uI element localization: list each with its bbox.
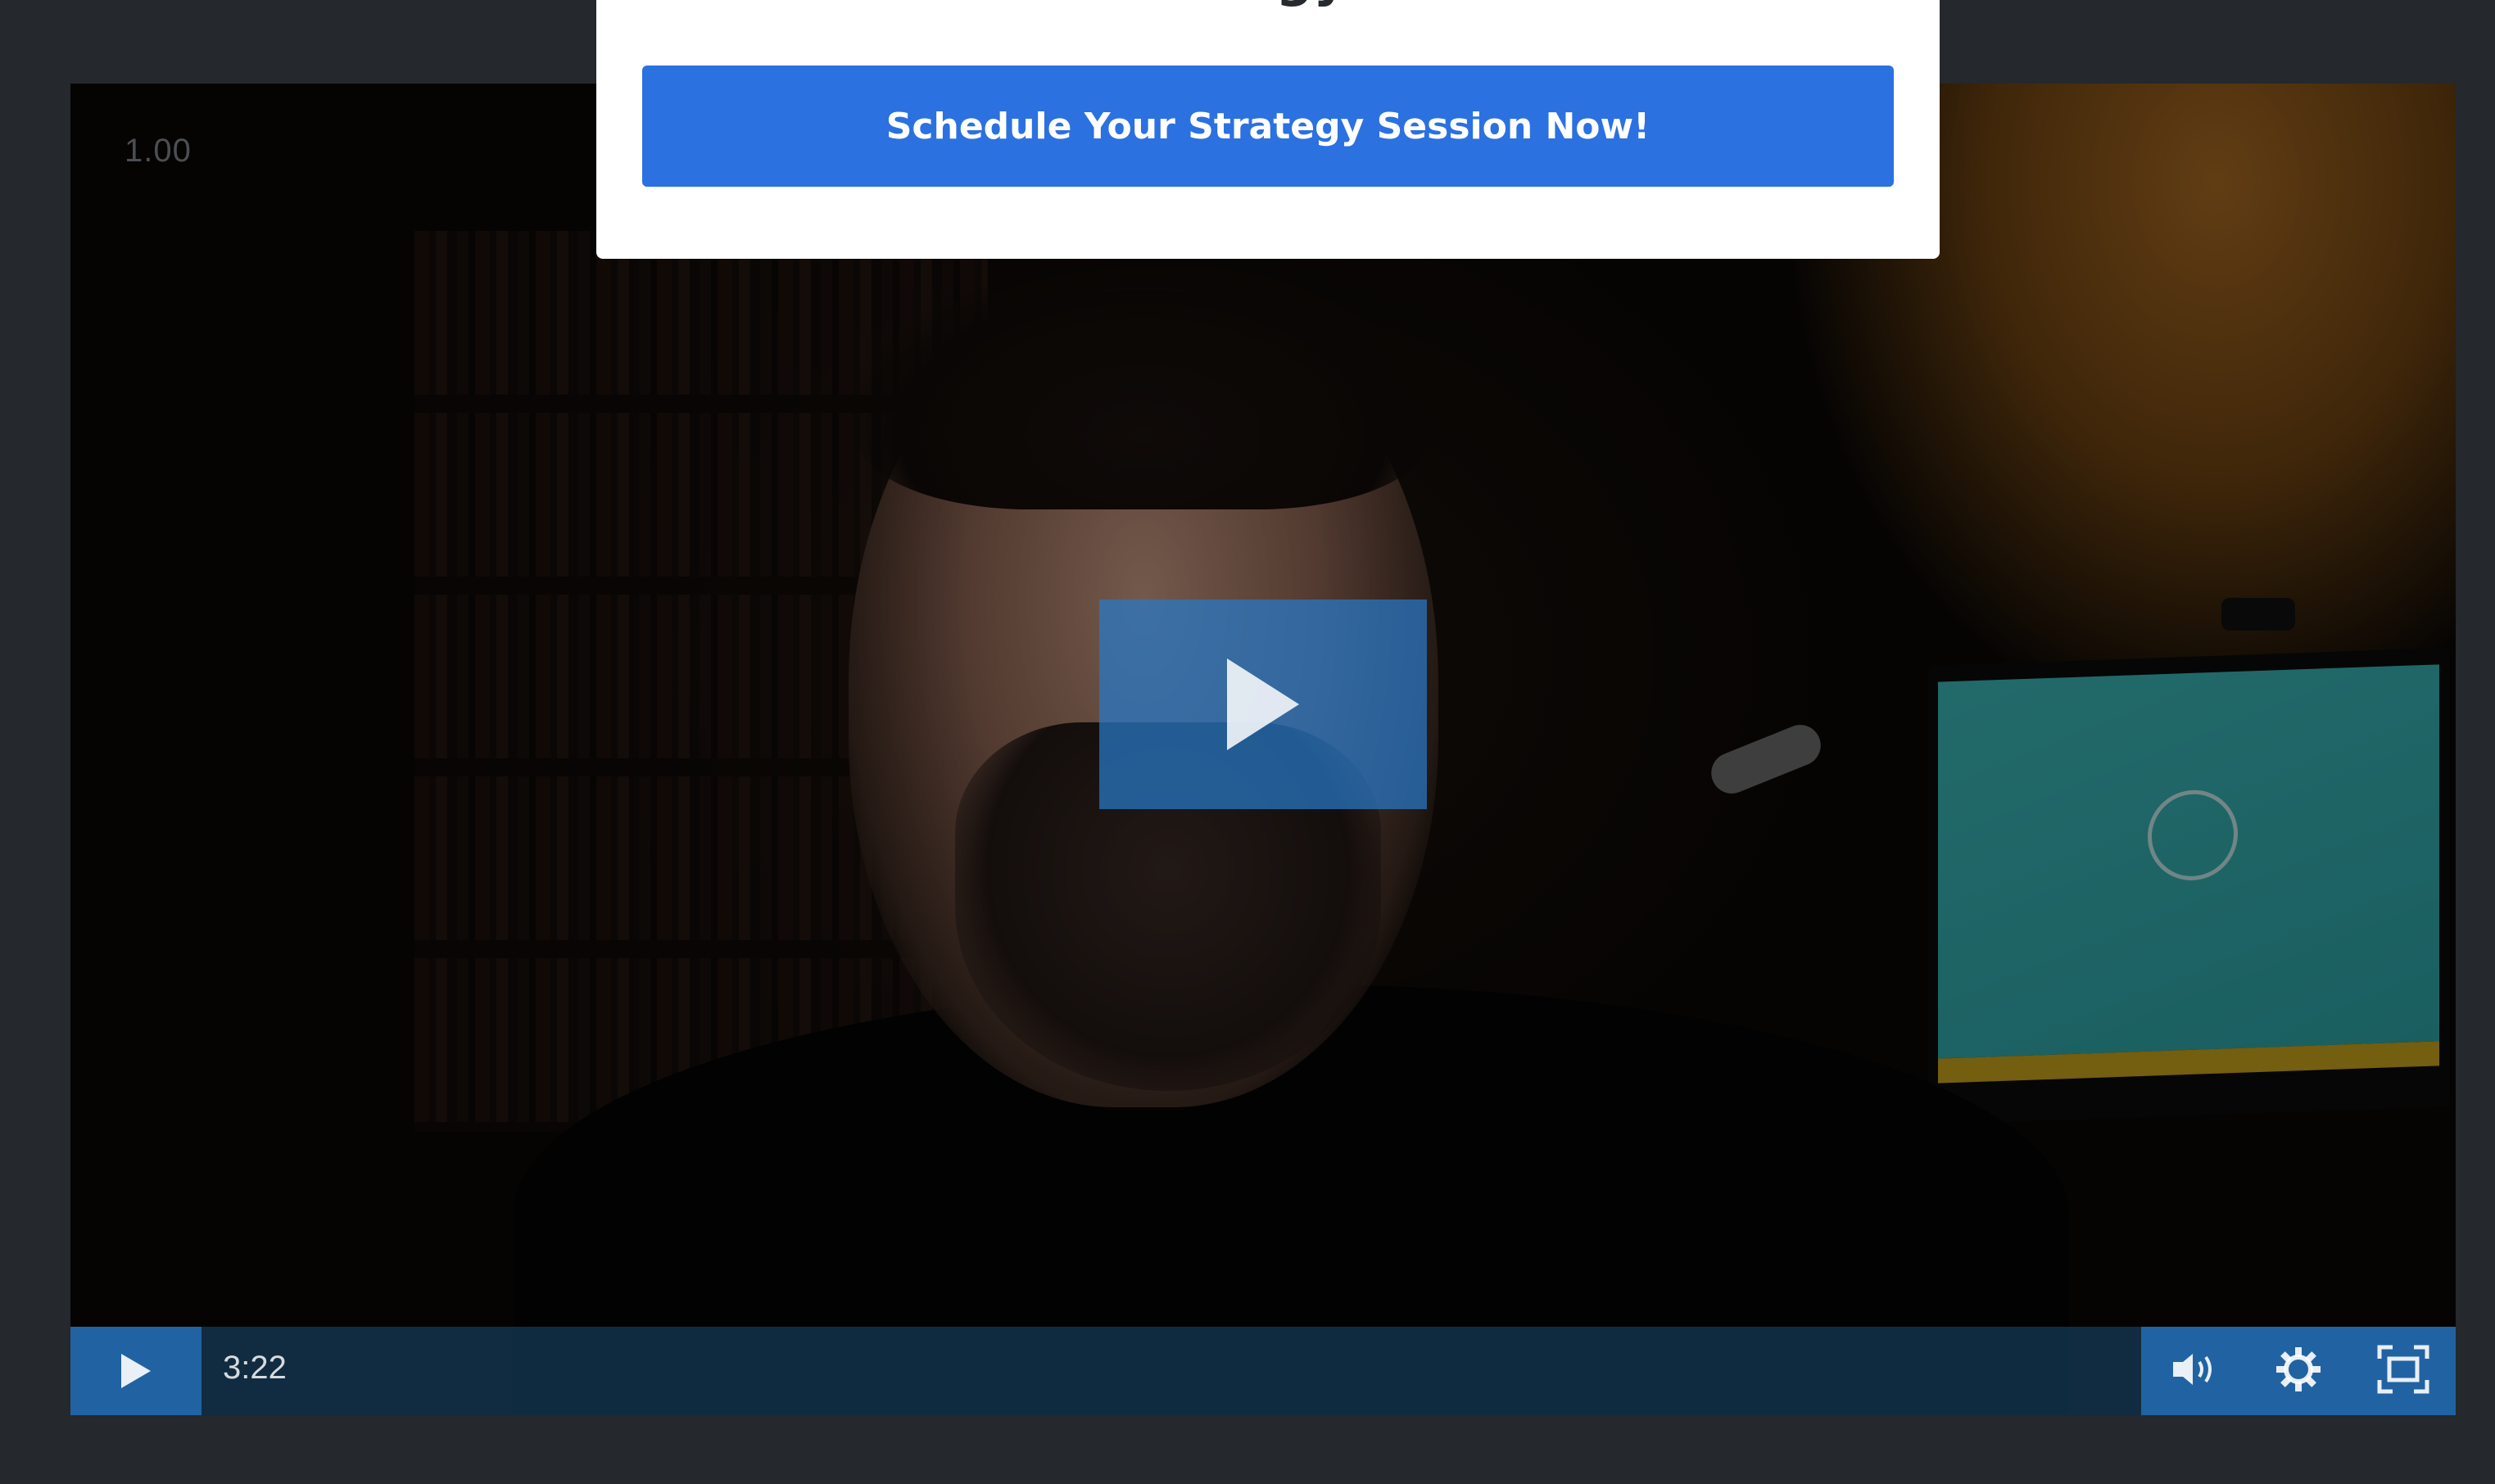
control-group-right xyxy=(2141,1327,2456,1415)
schedule-session-button[interactable]: Schedule Your Strategy Session Now! xyxy=(642,66,1894,187)
gear-icon xyxy=(2276,1346,2321,1391)
page: 1.00 3:22 Schedule Your Strategy Session… xyxy=(0,0,2495,1484)
big-play-button[interactable] xyxy=(1099,599,1427,809)
cta-popup: Free Strategy Session Schedule Your Stra… xyxy=(596,0,1940,259)
play-button[interactable] xyxy=(70,1327,202,1415)
play-icon xyxy=(1227,658,1299,750)
fullscreen-button[interactable] xyxy=(2375,1341,2432,1402)
playback-speed-label: 1.00 xyxy=(125,133,192,169)
control-bar: 3:22 xyxy=(70,1327,2456,1415)
settings-button[interactable] xyxy=(2270,1341,2327,1402)
volume-icon xyxy=(2173,1353,2212,1385)
video-player[interactable]: 1.00 3:22 xyxy=(70,84,2456,1415)
play-icon xyxy=(121,1354,151,1388)
time-display: 3:22 xyxy=(223,1350,287,1386)
cta-popup-title: Free Strategy Session xyxy=(596,0,1940,8)
fullscreen-icon xyxy=(2377,1345,2429,1393)
volume-button[interactable] xyxy=(2165,1341,2222,1402)
